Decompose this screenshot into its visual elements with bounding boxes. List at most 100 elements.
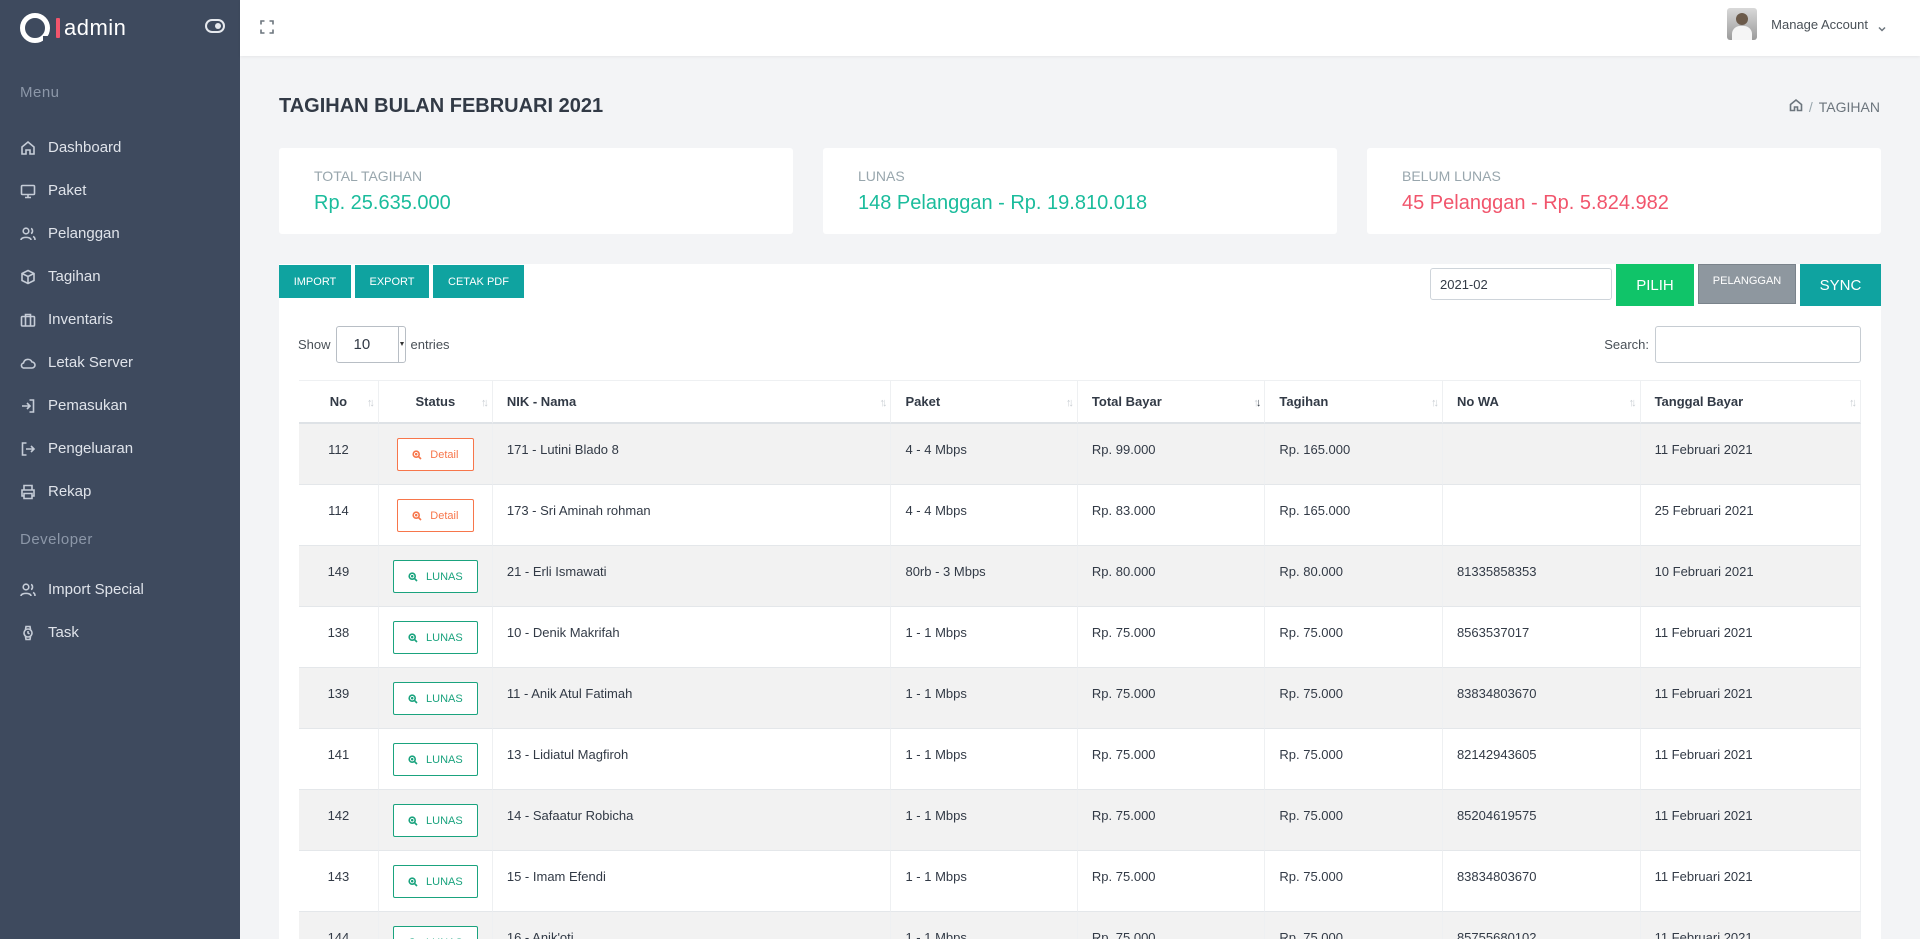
sidebar-item-rekap[interactable]: Rekap (0, 470, 240, 513)
lunas-button[interactable]: LUNAS (392, 865, 478, 898)
home-icon (20, 140, 36, 156)
cell-paket: 4 - 4 Mbps (891, 424, 1078, 485)
cell-tagihan: Rp. 165.000 (1265, 424, 1443, 485)
account-menu[interactable]: Manage Account (1727, 8, 1886, 40)
sync-button[interactable]: SYNC (1800, 264, 1881, 306)
column-header-no[interactable]: No ↑↓ (299, 380, 379, 424)
column-header-tagihan[interactable]: Tagihan ↑↓ (1265, 380, 1443, 424)
card-value: 148 Pelanggan - Rp. 19.810.018 (858, 192, 1148, 214)
spinner-icon[interactable] (397, 327, 405, 362)
cell-paket: 1 - 1 Mbps (891, 790, 1078, 851)
cell-wa: 8563537017 (1442, 607, 1641, 668)
cell-tagihan: Rp. 80.000 (1265, 546, 1443, 607)
column-header-no-wa[interactable]: No WA ↑↓ (1442, 380, 1641, 424)
card-title: LUNAS (858, 168, 905, 184)
cell-tanggal: 11 Februari 2021 (1640, 729, 1861, 790)
sidebar-item-pemasukan[interactable]: Pemasukan (0, 384, 240, 427)
import-button[interactable]: IMPORT (279, 265, 351, 298)
watch-icon (20, 625, 36, 641)
topbar: Manage Account (240, 0, 1920, 56)
sidebar-toggle-icon[interactable] (205, 19, 225, 33)
cell-total: Rp. 75.000 (1077, 668, 1266, 729)
sidebar-item-label: Import Special (48, 581, 144, 598)
breadcrumb: / TAGIHAN (1789, 98, 1880, 115)
search-input[interactable] (1655, 326, 1861, 363)
lunas-button[interactable]: LUNAS (392, 804, 478, 837)
header-label: Tanggal Bayar (1654, 394, 1744, 409)
header-label: NIK - Nama (506, 394, 577, 409)
cell-no: 143 (299, 851, 379, 912)
sidebar-item-pengeluaran[interactable]: Pengeluaran (0, 427, 240, 470)
column-header-total-bayar[interactable]: Total Bayar ↑↓ (1077, 380, 1266, 424)
cell-wa (1442, 485, 1641, 546)
cell-tagihan: Rp. 75.000 (1265, 668, 1443, 729)
log-in-icon (20, 398, 36, 414)
sidebar-item-label: Dashboard (48, 139, 122, 156)
brand[interactable]: admin (0, 0, 240, 56)
search-control: Search: (1604, 326, 1861, 363)
detail-button[interactable]: Detail (396, 438, 474, 471)
cell-status: LUNAS (378, 729, 493, 790)
month-input[interactable]: 2021-02 (1430, 268, 1612, 300)
lunas-button[interactable]: LUNAS (392, 926, 478, 939)
table-row: 139 LUNAS 11 - Anik Atul Fatimah 1 - 1 Mbps… (299, 668, 1861, 729)
detail-button[interactable]: Detail (396, 499, 474, 532)
cell-no: 112 (299, 424, 379, 485)
table-row: 141 LUNAS 13 - Lidiatul Magfiroh 1 - 1 Mbps… (299, 729, 1861, 790)
cell-wa (1442, 424, 1641, 485)
total-tagihan-card: TOTAL TAGIHAN Rp. 25.635.000 (279, 148, 793, 234)
sidebar-item-pelanggan[interactable]: Pelanggan (0, 212, 240, 255)
table-row: 143 LUNAS 15 - Imam Efendi 1 - 1 Mbps Rp. 75… (299, 851, 1861, 912)
sidebar-item-letak-server[interactable]: Letak Server (0, 341, 240, 384)
entries-control: Show 10 entries (298, 326, 450, 363)
sidebar-item-inventaris[interactable]: Inventaris (0, 298, 240, 341)
sidebar-item-task[interactable]: Task (0, 611, 240, 654)
lunas-button[interactable]: LUNAS (392, 621, 478, 654)
cell-paket: 1 - 1 Mbps (891, 729, 1078, 790)
monitor-icon (20, 183, 36, 199)
cell-tagihan: Rp. 75.000 (1265, 790, 1443, 851)
cell-nama: 21 - Erli Ismawati (492, 546, 892, 607)
export-button[interactable]: EXPORT (355, 265, 429, 298)
table-row: 114 Detail 173 - Sri Aminah rohman 4 - 4 Mb… (299, 485, 1861, 546)
cell-tanggal: 11 Februari 2021 (1640, 607, 1861, 668)
lunas-button[interactable]: LUNAS (392, 682, 478, 715)
developer-section-title: Developer (20, 531, 93, 548)
lunas-button[interactable]: LUNAS (392, 743, 478, 776)
sidebar-item-label: Inventaris (48, 311, 114, 328)
column-header-status[interactable]: Status ↑↓ (378, 380, 493, 424)
sidebar-item-tagihan[interactable]: Tagihan (0, 255, 240, 298)
column-header-nama[interactable]: NIK - Nama ↑↓ (492, 380, 892, 424)
card-title: TOTAL TAGIHAN (314, 168, 423, 184)
cetak-pdf-button[interactable]: CETAK PDF (433, 265, 524, 298)
lunas-button[interactable]: LUNAS (392, 560, 478, 593)
cell-status: LUNAS (378, 790, 493, 851)
pilih-button[interactable]: PILIH (1616, 264, 1694, 306)
cell-wa: 85755680102 (1442, 912, 1641, 939)
log-out-icon (20, 441, 36, 457)
sidebar-item-label: Pengeluaran (48, 440, 134, 457)
sidebar-item-paket[interactable]: Paket (0, 169, 240, 212)
status-label: Detail (430, 509, 459, 522)
entries-select[interactable]: 10 (335, 326, 406, 363)
home-icon[interactable] (1789, 98, 1803, 115)
column-header-tanggal-bayar[interactable]: Tanggal Bayar ↑↓ (1640, 380, 1861, 424)
cell-nama: 10 - Denik Makrifah (492, 607, 892, 668)
status-label: LUNAS (426, 570, 463, 583)
breadcrumb-current: TAGIHAN (1818, 98, 1880, 115)
fullscreen-icon[interactable] (260, 20, 274, 34)
cell-tanggal: 11 Februari 2021 (1640, 790, 1861, 851)
breadcrumb-separator: / (1808, 98, 1813, 115)
sort-icon: ↑↓ (1628, 397, 1637, 409)
sort-icon: ↑↓ (879, 397, 887, 409)
cell-no: 139 (299, 668, 379, 729)
cell-total: Rp. 75.000 (1077, 912, 1266, 939)
sidebar-item-dashboard[interactable]: Dashboard (0, 126, 240, 169)
sidebar-item-import-special[interactable]: Import Special (0, 568, 240, 611)
cell-tanggal: 10 Februari 2021 (1640, 546, 1861, 607)
header-label: No (329, 394, 348, 409)
sort-desc-icon: ↑↓ (1253, 397, 1261, 409)
pelanggan-button[interactable]: PELANGGAN (1698, 264, 1796, 304)
column-header-paket[interactable]: Paket ↑↓ (891, 380, 1078, 424)
printer-icon (20, 484, 36, 500)
